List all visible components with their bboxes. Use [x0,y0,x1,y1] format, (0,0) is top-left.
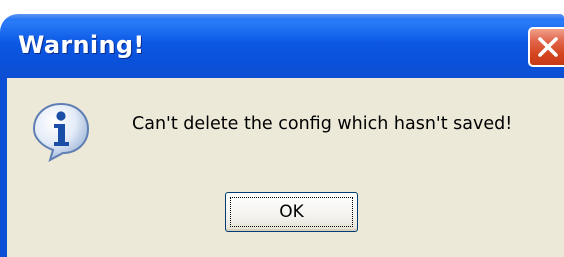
ok-button[interactable]: OK [225,192,358,232]
close-icon [538,37,558,57]
info-icon [32,102,90,162]
message-text: Can't delete the config which hasn't sav… [132,114,513,134]
title-bar-highlight [0,14,564,20]
close-button[interactable] [528,27,564,67]
title-bar[interactable]: Warning! [0,14,564,78]
warning-dialog: Warning! Can't delete the config which h… [0,0,564,257]
ok-button-focus-ring: OK [230,197,353,227]
window-left-border [0,78,7,257]
ok-button-label: OK [279,202,304,222]
window-title: Warning! [18,31,145,59]
